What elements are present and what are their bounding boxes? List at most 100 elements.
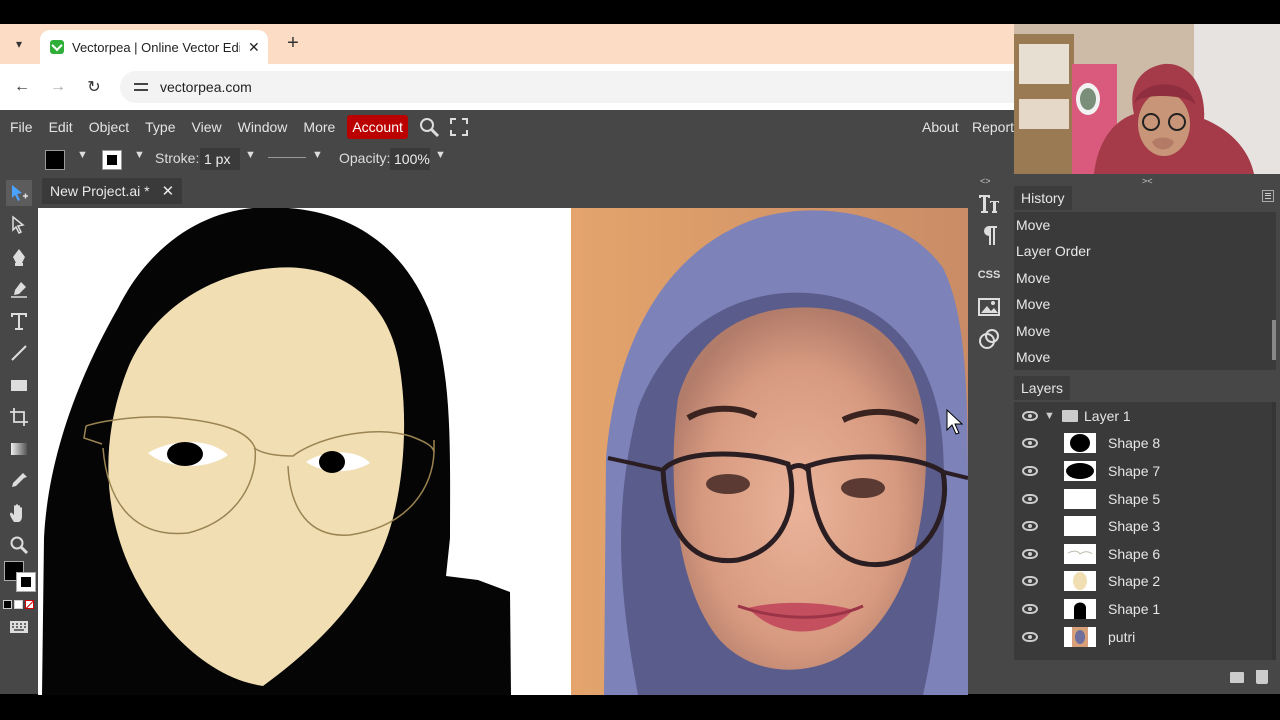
forward-button[interactable]: → [47,76,69,98]
visibility-eye-icon[interactable] [1022,576,1038,587]
menu-file[interactable]: File [2,110,41,144]
stroke-width-dropdown-icon[interactable]: ▼ [245,149,256,161]
site-controls-icon[interactable] [134,80,150,94]
document-tab-bar: New Project.ai * ✕ [38,174,968,208]
tool-options-bar: ▼ ▼ Stroke: 1 px ▼ ▼ Opacity: 100% ▼ [0,144,1014,174]
visibility-eye-icon[interactable] [1022,548,1038,559]
menu-type[interactable]: Type [137,110,183,144]
no-color-icon[interactable] [24,600,35,610]
pen-tool[interactable] [6,244,32,270]
visibility-eye-icon[interactable] [1022,603,1038,614]
fill-dropdown-icon[interactable]: ▼ [77,149,88,161]
layer-row[interactable]: Shape 5 [1014,485,1276,513]
layer-row[interactable]: Shape 6 [1014,540,1276,568]
opacity-input[interactable]: 100% [390,148,430,170]
secondary-color-swatch[interactable] [16,572,36,592]
menu-view[interactable]: View [184,110,230,144]
new-tab-button[interactable]: + [282,32,304,55]
new-folder-icon[interactable] [1230,672,1244,683]
search-button[interactable] [414,110,444,144]
collapse-arrows-icon[interactable]: <> [980,176,991,186]
artwork[interactable] [38,208,968,695]
reload-button[interactable]: ↻ [83,76,105,98]
type-tool[interactable] [6,308,32,334]
dash-style-preview[interactable] [268,157,306,158]
delete-trash-icon[interactable] [1256,670,1268,684]
reference-photo[interactable] [571,208,968,695]
history-item[interactable]: Layer Order [1014,238,1276,264]
layer-row[interactable]: Shape 1 [1014,595,1276,623]
color-swatches[interactable] [2,560,36,596]
opacity-dropdown-icon[interactable]: ▼ [435,149,446,161]
layer-thumbnail [1064,598,1096,619]
tab-search-button[interactable]: ▾ [6,32,32,56]
stroke-color-dropdown-icon[interactable]: ▼ [134,149,145,161]
stroke-color-swatch[interactable] [102,150,122,170]
close-tab-icon[interactable]: ✕ [248,39,260,56]
dash-style-dropdown-icon[interactable]: ▼ [312,149,323,161]
menu-object[interactable]: Object [81,110,137,144]
history-item[interactable]: Move [1014,318,1276,344]
select-tool[interactable] [6,180,32,206]
fullscreen-button[interactable] [444,110,474,144]
account-button[interactable]: Account [347,115,408,139]
visibility-eye-icon[interactable] [1022,410,1038,421]
artboard-tool[interactable] [6,404,32,430]
history-scrollbar[interactable] [1272,320,1276,360]
visibility-eye-icon[interactable] [1022,438,1038,449]
hand-tool[interactable] [6,500,32,526]
layers-scrollbar[interactable] [1272,402,1276,660]
panel-collapse-arrows-icon[interactable]: >< [1142,176,1153,186]
gradient-tool[interactable] [6,436,32,462]
freeform-pen-tool[interactable] [6,276,32,302]
menu-more[interactable]: More [295,110,343,144]
history-item[interactable]: Move [1014,291,1276,317]
appearance-panel-button[interactable] [976,326,1002,352]
rectangle-tool[interactable] [6,372,32,398]
visibility-eye-icon[interactable] [1022,521,1038,532]
eyedropper-tool[interactable] [6,468,32,494]
visibility-eye-icon[interactable] [1022,493,1038,504]
back-button[interactable]: ← [11,76,33,98]
history-item[interactable]: Move [1014,344,1276,370]
character-panel-button[interactable] [976,190,1002,216]
white-swatch-icon[interactable] [14,600,23,609]
layer-row[interactable]: putri [1014,623,1276,651]
layer-row[interactable]: Shape 2 [1014,568,1276,596]
history-item[interactable]: Move [1014,212,1276,238]
image-panel-button[interactable] [976,294,1002,320]
expand-triangle-icon[interactable]: ▼ [1044,410,1055,422]
keyboard-button[interactable] [6,614,32,640]
close-document-icon[interactable]: ✕ [162,182,175,200]
line-tool[interactable] [6,340,32,366]
css-panel-button[interactable]: CSS [976,262,1002,288]
menu-window[interactable]: Window [230,110,296,144]
zoom-tool[interactable] [6,532,32,558]
layer-row[interactable]: Shape 8 [1014,430,1276,458]
layers-tab[interactable]: Layers [1014,376,1071,400]
paragraph-icon [984,226,997,245]
layer-row[interactable]: Shape 3 [1014,512,1276,540]
panel-menu-icon[interactable] [1262,190,1274,202]
menu-about[interactable]: About [914,110,967,144]
history-tab[interactable]: History [1014,186,1072,210]
browser-tab-title: Vectorpea | Online Vector Editor [72,39,240,55]
canvas-area[interactable] [38,208,968,695]
paragraph-panel-button[interactable] [976,222,1002,248]
menu-edit[interactable]: Edit [41,110,81,144]
stroke-width-input[interactable]: 1 px [200,148,240,170]
black-white-icon[interactable] [3,600,12,609]
visibility-eye-icon[interactable] [1022,465,1038,476]
direct-select-tool[interactable] [6,212,32,238]
zoom-icon [10,536,29,555]
color-mode-buttons[interactable] [3,600,35,610]
browser-tab[interactable]: Vectorpea | Online Vector Editor ✕ [40,30,268,64]
document-tab[interactable]: New Project.ai * ✕ [42,178,183,204]
layer-row[interactable]: Shape 7 [1014,457,1276,485]
fill-color-swatch[interactable] [45,150,65,170]
history-item[interactable]: Move [1014,265,1276,291]
visibility-eye-icon[interactable] [1022,631,1038,642]
layer-group-row[interactable]: ▼ Layer 1 [1014,402,1276,430]
layer-thumbnail [1064,460,1096,481]
url-field[interactable]: vectorpea.com [120,71,1014,103]
